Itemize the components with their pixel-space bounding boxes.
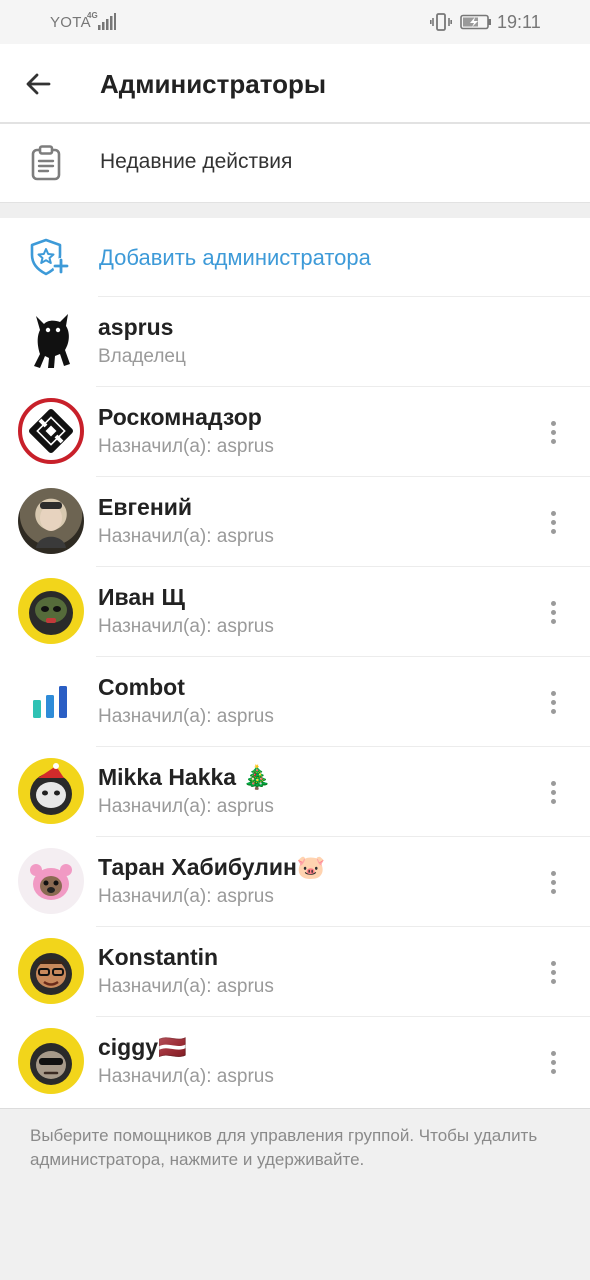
admin-row[interactable]: Роскомнадзор Назначил(а): asprus [0, 387, 590, 477]
page-title: Администраторы [100, 69, 327, 99]
admin-name: ciggy🇱🇻 [98, 1034, 187, 1060]
admin-row[interactable]: Konstantin Назначил(а): asprus [0, 927, 590, 1017]
admin-name: Роскомнадзор [98, 404, 262, 430]
back-button[interactable] [18, 64, 58, 104]
recent-actions-button[interactable]: Недавние действия [0, 124, 590, 202]
more-options-button[interactable] [538, 867, 568, 897]
add-admin-label: Добавить администратора [99, 245, 371, 270]
admin-name: Иван Щ [98, 584, 185, 610]
more-options-button[interactable] [538, 1047, 568, 1077]
more-options-button[interactable] [538, 687, 568, 717]
toolbar: Администраторы [0, 44, 590, 124]
signal-icon [98, 13, 116, 30]
admin-role: Назначил(а): asprus [98, 976, 274, 997]
status-bar: YOTA 4G 19:11 [0, 0, 590, 44]
more-options-button[interactable] [538, 597, 568, 627]
admin-name: Combot [98, 674, 185, 700]
photo-avatar [18, 488, 84, 554]
more-options-button[interactable] [538, 417, 568, 447]
section-divider [0, 202, 590, 218]
divider [0, 1108, 590, 1109]
admin-role: Назначил(а): asprus [98, 436, 274, 457]
clock: 19:11 [497, 12, 541, 32]
admin-row[interactable]: Таран Хабибулин🐷 Назначил(а): asprus [0, 837, 590, 927]
add-admin-button[interactable]: Добавить администратора [0, 218, 590, 296]
admin-name: Евгений [98, 494, 193, 520]
admin-role: Назначил(а): asprus [98, 526, 274, 547]
shield-star-plus-icon [30, 238, 69, 276]
cartoon-face-avatar [18, 938, 84, 1004]
admin-row[interactable]: asprus Владелец [0, 297, 590, 387]
carrier-label: YOTA [50, 14, 91, 31]
admin-role: Назначил(а): asprus [98, 886, 274, 907]
admin-name: Mikka Hakka 🎄 [98, 764, 272, 790]
admin-row[interactable]: Евгений Назначил(а): asprus [0, 477, 590, 567]
admin-role: Назначил(а): asprus [98, 706, 274, 727]
clipboard-icon [31, 145, 61, 181]
admin-name: Konstantin [98, 944, 219, 970]
black-cat-avatar [18, 308, 84, 374]
admin-list: Добавить администратора asprus Владелец … [0, 218, 590, 1108]
more-options-button[interactable] [538, 507, 568, 537]
admin-role: Назначил(а): asprus [98, 1066, 274, 1087]
santa-cat-avatar [18, 758, 84, 824]
arrow-left-icon [26, 73, 51, 95]
admin-row[interactable]: Mikka Hakka 🎄 Назначил(а): asprus [0, 747, 590, 837]
more-options-button[interactable] [538, 777, 568, 807]
admin-hint-text: Выберите помощников для управления групп… [30, 1126, 538, 1169]
roskomnadzor-logo-avatar [18, 398, 84, 464]
more-options-button[interactable] [538, 957, 568, 987]
admin-role: Владелец [98, 346, 186, 367]
admin-row[interactable]: Combot Назначил(а): asprus [0, 657, 590, 747]
vibrate-icon [430, 13, 452, 31]
recent-actions-label: Недавние действия [100, 150, 293, 173]
admin-row[interactable]: Иван Щ Назначил(а): asprus [0, 567, 590, 657]
admin-row[interactable]: ciggy🇱🇻 Назначил(а): asprus [0, 1017, 590, 1107]
admin-role: Назначил(а): asprus [98, 796, 274, 817]
admin-role: Назначил(а): asprus [98, 616, 274, 637]
network-type-label: 4G [87, 11, 98, 20]
admin-name: asprus [98, 314, 174, 340]
battery-charging-icon [460, 14, 491, 30]
bar-chart-logo-avatar [18, 668, 84, 734]
sunglasses-face-avatar [18, 1028, 84, 1094]
admin-name: Таран Хабибулин🐷 [98, 854, 326, 880]
pink-pig-dog-avatar [18, 848, 84, 914]
helmet-avatar [18, 578, 84, 644]
